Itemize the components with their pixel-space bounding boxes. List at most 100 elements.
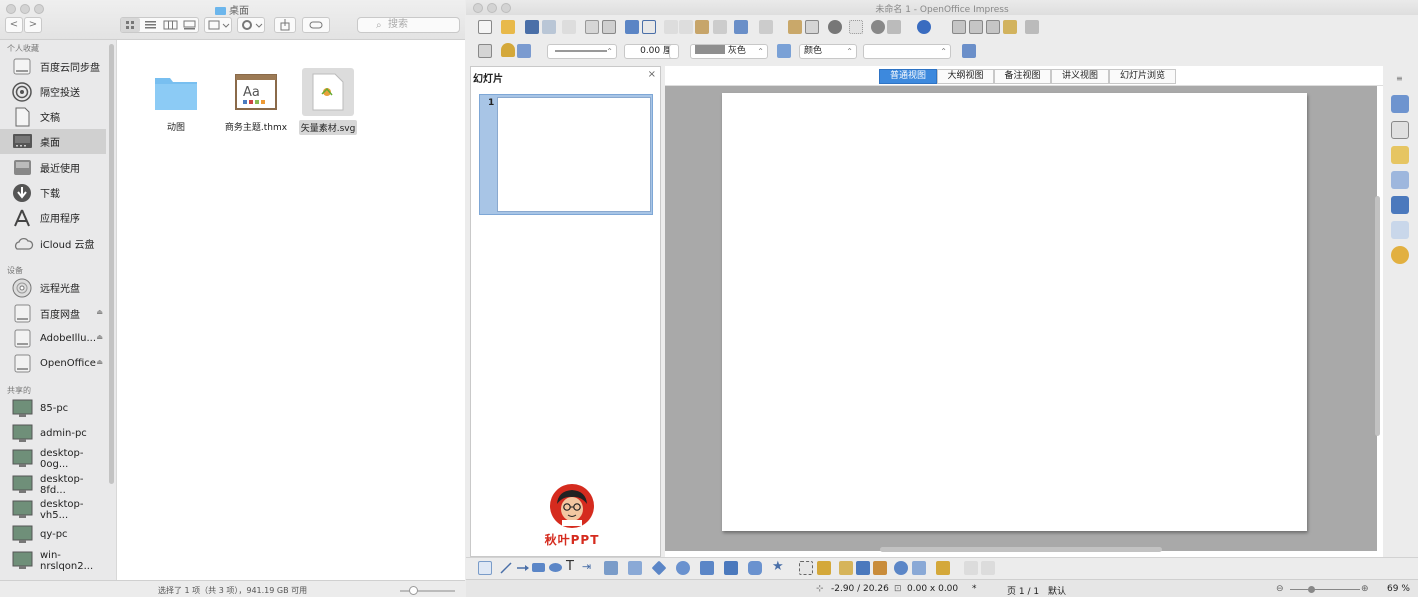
sidebar-item-shared-pc[interactable]: admin-pc	[0, 421, 106, 446]
fontwork-icon[interactable]	[873, 561, 887, 575]
horizontal-scrollbar[interactable]	[880, 547, 1162, 552]
sidebar-item-downloads[interactable]: 下载	[0, 180, 106, 205]
sidebar-item-applications[interactable]: 应用程序	[0, 205, 106, 230]
text-icon[interactable]: T	[566, 559, 574, 574]
sidebar-item-shared-pc[interactable]: qy-pc	[0, 522, 106, 547]
eject-icon[interactable]: ⏏	[96, 333, 103, 341]
zoom-slider[interactable]	[1290, 589, 1360, 590]
sidebar-menu-icon[interactable]: ≡	[1396, 74, 1403, 83]
line-icon[interactable]	[478, 44, 492, 58]
sidebar-item-baidu-disk[interactable]: 百度网盘 ⏏	[0, 301, 106, 326]
icon-size-slider-knob[interactable]	[409, 586, 418, 595]
spellcheck-icon[interactable]	[625, 20, 639, 34]
area-fill-type-select[interactable]: 颜色 ⌃	[799, 44, 857, 59]
flowchart-icon[interactable]	[724, 561, 738, 575]
slide-page[interactable]	[722, 93, 1307, 531]
tab-normal-view[interactable]: 普通视图	[879, 69, 937, 84]
sidebar-scrollbar[interactable]	[109, 44, 114, 484]
zoom-out-icon[interactable]: ⊖	[1276, 584, 1284, 594]
list-view-button[interactable]	[141, 18, 160, 32]
block-arrows-icon[interactable]	[700, 561, 714, 575]
custom-animation-icon[interactable]	[1391, 171, 1409, 189]
gallery-insert-icon[interactable]	[856, 561, 870, 575]
file-item[interactable]: Aa 商务主题.thmx	[216, 72, 296, 134]
points-icon[interactable]	[799, 561, 813, 575]
eject-icon[interactable]: ⏏	[96, 358, 103, 366]
tab-outline-view[interactable]: 大纲视图	[937, 69, 994, 84]
basic-shapes-icon[interactable]	[651, 560, 667, 576]
shadow-icon[interactable]	[962, 44, 976, 58]
line-width-stepper[interactable]	[669, 44, 679, 59]
grid-icon[interactable]	[849, 20, 863, 34]
table-icon[interactable]	[805, 20, 819, 34]
presentation-icon[interactable]	[1025, 20, 1039, 34]
edit-file-icon[interactable]	[562, 20, 576, 34]
close-icon[interactable]: ×	[648, 69, 656, 80]
eject-icon[interactable]: ⏏	[96, 308, 103, 316]
sidebar-item-shared-pc[interactable]: desktop-8fd...	[0, 472, 106, 497]
help-icon[interactable]	[917, 20, 931, 34]
line-style-select[interactable]: ⌃	[547, 44, 617, 59]
save-icon[interactable]	[525, 20, 539, 34]
slide-design-icon[interactable]	[986, 20, 1000, 34]
sidebar-item-adobe[interactable]: AdobeIllu... ⏏	[0, 326, 106, 351]
print-icon[interactable]	[602, 20, 616, 34]
master-slides-icon[interactable]	[1391, 121, 1409, 139]
format-paintbrush-icon[interactable]	[713, 20, 727, 34]
sidebar-item-airdrop[interactable]: 隔空投送	[0, 79, 106, 104]
line-tool-icon[interactable]	[499, 561, 513, 575]
paste-icon[interactable]	[695, 20, 709, 34]
sidebar-item-icloud[interactable]: iCloud 云盘	[0, 231, 106, 256]
file-item-selected[interactable]: 矢量素材.svg	[288, 68, 368, 135]
glue-points-icon[interactable]	[817, 561, 831, 575]
curve-icon[interactable]	[604, 561, 618, 575]
sidebar-item-remote-disc[interactable]: 远程光盘	[0, 275, 106, 300]
sidebar-item-openoffice[interactable]: OpenOffice ⏏	[0, 351, 106, 376]
cut-icon[interactable]	[664, 20, 678, 34]
sidebar-item-documents[interactable]: 文稿	[0, 104, 106, 129]
slide-thumbnail[interactable]	[497, 97, 651, 212]
file-item[interactable]: 动图	[136, 72, 216, 134]
shadow-toggle-icon[interactable]	[981, 561, 995, 575]
email-icon[interactable]	[542, 20, 556, 34]
navigator-icon[interactable]	[1391, 246, 1409, 264]
from-file-icon[interactable]	[839, 561, 853, 575]
copy-icon[interactable]	[679, 20, 693, 34]
sidebar-item-shared-pc[interactable]: 85-pc	[0, 396, 106, 421]
chart-icon[interactable]	[788, 20, 802, 34]
tab-handout-view[interactable]: 讲义视图	[1051, 69, 1109, 84]
arrow-line-icon[interactable]	[516, 561, 530, 575]
slide-layout-icon[interactable]	[969, 20, 983, 34]
arrow-style-icon[interactable]	[501, 43, 515, 57]
autospell-icon[interactable]	[642, 20, 656, 34]
line-style-icon[interactable]	[517, 44, 531, 58]
gallery-view-button[interactable]	[180, 18, 199, 32]
extrusion-toggle-icon[interactable]	[964, 561, 978, 575]
minimize-button[interactable]	[20, 4, 30, 14]
search-input[interactable]: ⌕ 搜索	[357, 17, 460, 33]
callouts-icon[interactable]	[748, 561, 762, 575]
slide-thumbnail-item[interactable]: 1	[479, 94, 653, 215]
slide-show-icon[interactable]	[1003, 20, 1017, 34]
zoom-button[interactable]	[34, 4, 44, 14]
sidebar-item-shared-pc[interactable]: win-nrslqon2...	[0, 548, 106, 573]
icon-view-button[interactable]	[121, 18, 140, 32]
share-icon[interactable]	[274, 17, 296, 33]
slide-transition-icon[interactable]	[1391, 196, 1409, 214]
fit-text-icon[interactable]: ⇥	[582, 560, 591, 573]
sidebar-item-baidu-sync[interactable]: 百度云同步盘	[0, 54, 106, 79]
connector-icon[interactable]	[628, 561, 642, 575]
close-button[interactable]	[6, 4, 16, 14]
area-style-icon[interactable]	[777, 44, 791, 58]
zoom-slider-knob[interactable]	[1308, 586, 1315, 593]
redo-icon[interactable]	[759, 20, 773, 34]
undo-icon[interactable]	[734, 20, 748, 34]
gallery-icon[interactable]	[1391, 221, 1409, 239]
extrusion-icon[interactable]	[894, 561, 908, 575]
rectangle-icon[interactable]	[532, 563, 545, 572]
column-view-button[interactable]	[161, 18, 180, 32]
tab-slide-sorter[interactable]: 幻灯片浏览	[1109, 69, 1176, 84]
group-by-button[interactable]	[204, 17, 232, 33]
stars-icon[interactable]: ★	[772, 559, 784, 574]
export-pdf-icon[interactable]	[585, 20, 599, 34]
